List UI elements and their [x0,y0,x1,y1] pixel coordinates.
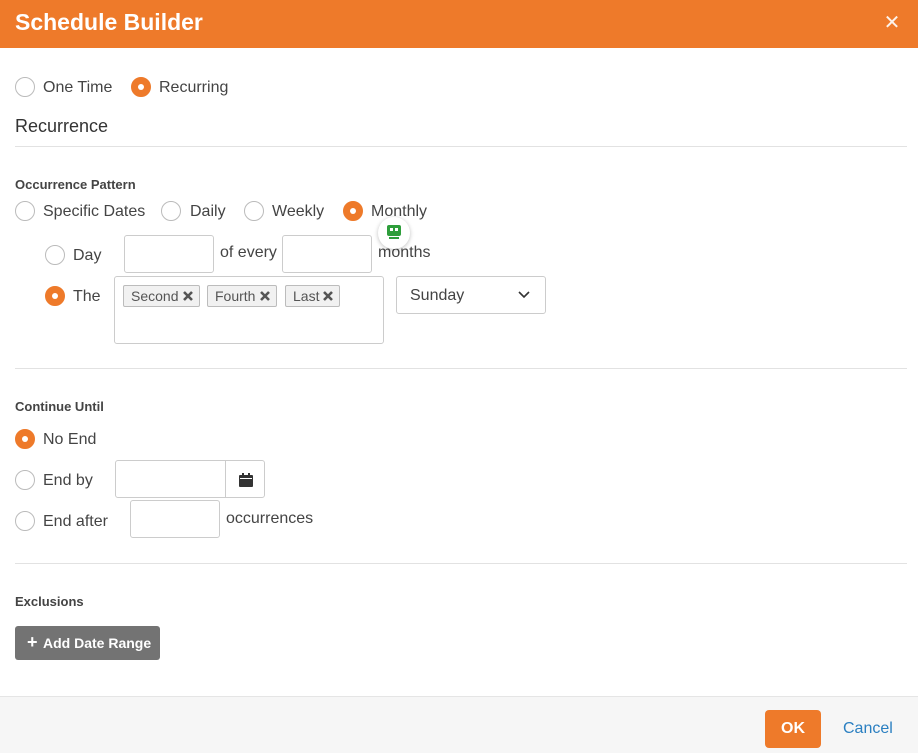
no-end-radio[interactable] [15,429,35,449]
weekday-select[interactable]: Sunday [396,276,546,314]
exclusions-heading: Exclusions [15,594,84,609]
day-input[interactable] [124,235,214,273]
specific-dates-radio[interactable] [15,201,35,221]
divider [15,368,907,369]
the-radio[interactable] [45,286,65,306]
the-label: The [73,288,101,305]
chevron-down-icon [518,291,530,299]
tag-fourth: Fourth [207,285,277,307]
recurrence-heading: Recurrence [15,116,109,136]
daily-radio[interactable] [161,201,181,221]
occurrences-label: occurrences [226,510,314,527]
end-after-radio[interactable] [15,511,35,531]
divider [15,146,907,147]
remove-tag-icon[interactable] [182,289,194,303]
dialog-header: Schedule Builder ✕ [0,0,918,48]
occurrences-input[interactable] [130,500,220,538]
remove-tag-icon[interactable] [322,289,334,303]
dialog-footer: OK Cancel [0,696,918,753]
no-end-label: No End [43,431,97,448]
specific-dates-label: Specific Dates [43,203,146,220]
remove-tag-icon[interactable] [259,289,271,303]
tag-label: Fourth [215,288,256,304]
recurring-label: Recurring [159,79,229,96]
add-date-range-label: Add Date Range [43,635,152,651]
assistant-icon[interactable] [378,217,410,249]
continue-until-heading: Continue Until [15,399,104,414]
of-every-label: of every [220,244,277,261]
tag-label: Second [131,288,179,304]
occurrence-pattern-heading: Occurrence Pattern [15,177,136,192]
cancel-button[interactable]: Cancel [843,720,893,738]
one-time-radio[interactable] [15,77,35,97]
add-date-range-button[interactable]: + Add Date Range [15,626,160,660]
plus-icon: + [27,632,38,652]
months-interval-input[interactable] [282,235,372,273]
calendar-button[interactable] [225,460,265,498]
day-radio[interactable] [45,245,65,265]
close-icon[interactable]: ✕ [882,12,902,34]
end-by-date-input[interactable] [115,460,227,498]
divider [15,563,907,564]
day-label: Day [73,247,102,264]
end-by-label: End by [43,472,93,489]
end-by-radio[interactable] [15,470,35,490]
dialog-title: Schedule Builder [15,9,203,35]
weekday-value: Sunday [410,287,465,304]
tag-second: Second [123,285,200,307]
weekly-label: Weekly [272,203,325,220]
ok-button[interactable]: OK [765,710,821,748]
monthly-radio[interactable] [343,201,363,221]
end-after-label: End after [43,513,108,530]
tag-last: Last [285,285,340,307]
tag-label: Last [293,288,320,304]
recurring-radio[interactable] [131,77,151,97]
calendar-icon [239,473,253,487]
weekly-radio[interactable] [244,201,264,221]
ordinal-multiselect[interactable]: Second Fourth Last [114,276,384,344]
one-time-label: One Time [43,79,113,96]
daily-label: Daily [190,203,226,220]
